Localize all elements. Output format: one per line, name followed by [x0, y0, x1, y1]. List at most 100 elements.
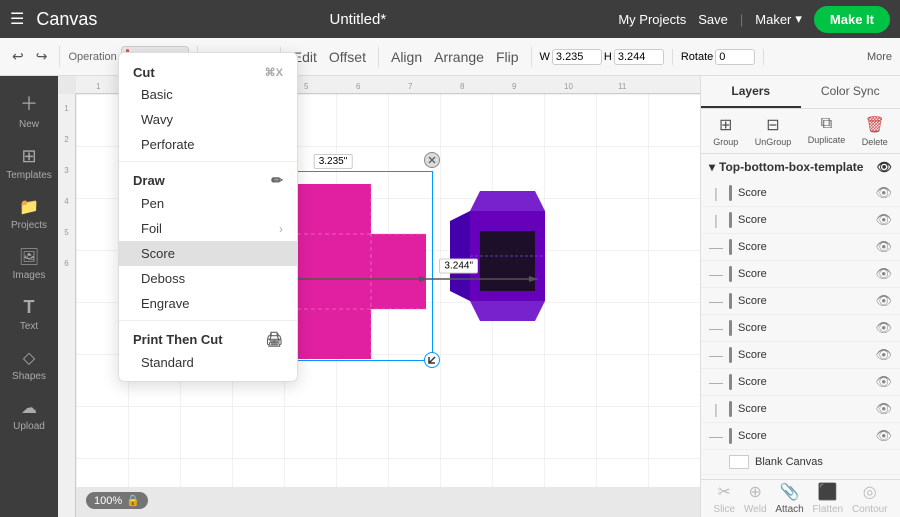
- templates-icon: ⊞: [21, 146, 36, 167]
- flip-button[interactable]: Flip: [492, 47, 523, 67]
- panel-bottom-bar: ✂ Slice ⊕ Weld 📎 Attach ⬛ Flatten ◎ Cont…: [701, 479, 900, 517]
- menu-item-engrave[interactable]: Engrave: [119, 291, 297, 316]
- menu-item-deboss[interactable]: Deboss: [119, 266, 297, 291]
- make-it-button[interactable]: Make It: [814, 6, 890, 33]
- list-item: | Score 👁: [701, 396, 900, 423]
- deboss-label: Deboss: [141, 271, 185, 286]
- sidebar-item-text[interactable]: T Text: [0, 291, 58, 338]
- menu-divider-1: [119, 161, 297, 162]
- ungroup-icon: ⊟: [766, 115, 779, 135]
- handle-top-right[interactable]: [424, 152, 440, 168]
- weld-icon: ⊕: [749, 482, 762, 502]
- chevron-right-icon: ▾: [709, 160, 715, 174]
- menu-item-perforate[interactable]: Perforate: [119, 132, 297, 157]
- maker-dropdown[interactable]: Maker ▾: [755, 11, 802, 27]
- attach-button[interactable]: 📎 Attach: [775, 482, 803, 515]
- delete-button[interactable]: 🗑 Delete: [862, 115, 888, 147]
- attach-label: Attach: [775, 504, 803, 515]
- operation-dropdown-menu: Cut ⌘X Basic Wavy Perforate Draw ✏ Pen F…: [118, 52, 298, 382]
- perforate-label: Perforate: [141, 137, 194, 152]
- eye-icon[interactable]: 👁: [875, 401, 892, 417]
- flatten-label: Flatten: [813, 504, 844, 515]
- ungroup-button[interactable]: ⊟ UnGroup: [755, 115, 792, 147]
- arrange-button[interactable]: Arrange: [430, 47, 488, 67]
- my-projects-button[interactable]: My Projects: [618, 12, 686, 27]
- sidebar-label-images: Images: [13, 270, 46, 281]
- layer-color-bar: [729, 374, 732, 390]
- contour-icon: ◎: [863, 482, 877, 502]
- basic-label: Basic: [141, 87, 173, 102]
- draw-pencil-icon: ✏: [271, 172, 283, 189]
- zoom-icon: 🔒: [126, 494, 140, 507]
- print-then-cut-label: Print Then Cut: [133, 332, 223, 347]
- offset-button[interactable]: Offset: [325, 47, 370, 67]
- doc-title: Untitled*: [109, 11, 606, 28]
- redo-button[interactable]: ↪: [32, 46, 52, 67]
- zoom-indicator: 100% 🔒: [86, 492, 148, 509]
- layer-color-bar: [729, 293, 732, 309]
- eye-icon[interactable]: 👁: [875, 212, 892, 228]
- sidebar-item-upload[interactable]: ☁ Upload: [0, 392, 58, 438]
- eye-icon[interactable]: 👁: [875, 185, 892, 201]
- sidebar-item-templates[interactable]: ⊞ Templates: [0, 140, 58, 187]
- align-button[interactable]: Align: [387, 47, 426, 67]
- images-icon: 🖼: [19, 247, 39, 267]
- group-name: Top-bottom-box-template: [719, 160, 863, 174]
- layer-color-bar: [729, 428, 732, 444]
- main-area: ＋ New ⊞ Templates 📁 Projects 🖼 Images T …: [0, 76, 900, 517]
- rotate-input[interactable]: [715, 49, 755, 65]
- hamburger-icon[interactable]: ☰: [10, 9, 24, 29]
- cut-section-label: Cut ⌘X: [119, 59, 297, 82]
- menu-item-wavy[interactable]: Wavy: [119, 107, 297, 132]
- more-button[interactable]: More: [867, 51, 892, 63]
- size-input-w[interactable]: [552, 49, 602, 65]
- delete-icon: 🗑: [865, 115, 885, 135]
- save-button[interactable]: Save: [698, 12, 728, 27]
- layers-list: | Score 👁 | Score 👁 — Score 👁 — Score: [701, 180, 900, 479]
- projects-icon: 📁: [19, 197, 39, 217]
- group-button[interactable]: ⊞ Group: [713, 115, 738, 147]
- group-icon: ⊞: [719, 115, 732, 135]
- eye-icon[interactable]: 👁: [875, 347, 892, 363]
- slice-button[interactable]: ✂ Slice: [713, 482, 735, 515]
- size-label-w: W: [540, 51, 550, 63]
- weld-button[interactable]: ⊕ Weld: [744, 482, 767, 515]
- menu-item-basic[interactable]: Basic: [119, 82, 297, 107]
- eye-icon[interactable]: 👁: [875, 428, 892, 444]
- menu-item-foil[interactable]: Foil ›: [119, 216, 297, 241]
- layers-group-title[interactable]: ▾ Top-bottom-box-template 👁: [701, 154, 900, 180]
- eye-icon[interactable]: 👁: [875, 320, 892, 336]
- eye-icon[interactable]: 👁: [875, 239, 892, 255]
- list-item: — Score 👁: [701, 261, 900, 288]
- tab-color-sync[interactable]: Color Sync: [801, 76, 900, 108]
- menu-item-standard[interactable]: Standard: [119, 350, 297, 375]
- app-title: Canvas: [36, 9, 97, 30]
- zoom-value: 100%: [94, 495, 122, 507]
- slice-icon: ✂: [718, 482, 731, 502]
- eye-icon[interactable]: 👁: [875, 266, 892, 282]
- duplicate-button[interactable]: ⧉ Duplicate: [808, 115, 846, 147]
- menu-item-score[interactable]: Score: [119, 241, 297, 266]
- handle-bottom-right[interactable]: [424, 352, 440, 368]
- eye-icon-group[interactable]: 👁: [877, 160, 892, 174]
- ungroup-label: UnGroup: [755, 137, 792, 147]
- eye-icon[interactable]: 👁: [875, 293, 892, 309]
- rotate-label: Rotate: [681, 51, 713, 63]
- sidebar-item-new[interactable]: ＋ New: [0, 84, 58, 136]
- undo-redo-group: ↩ ↪: [8, 46, 60, 67]
- eye-icon[interactable]: 👁: [875, 374, 892, 390]
- contour-button[interactable]: ◎ Contour: [852, 482, 888, 515]
- cut-shortcut: ⌘X: [265, 66, 283, 79]
- size-input-h[interactable]: [614, 49, 664, 65]
- sidebar-item-shapes[interactable]: ◇ Shapes: [0, 342, 58, 388]
- delete-label: Delete: [862, 137, 888, 147]
- divider: |: [740, 12, 743, 27]
- sidebar-item-projects[interactable]: 📁 Projects: [0, 191, 58, 237]
- sidebar-label-text: Text: [20, 321, 38, 332]
- flatten-button[interactable]: ⬛ Flatten: [813, 482, 844, 515]
- undo-button[interactable]: ↩: [8, 46, 28, 67]
- sidebar-label-upload: Upload: [13, 421, 45, 432]
- tab-layers[interactable]: Layers: [701, 76, 801, 108]
- menu-item-pen[interactable]: Pen: [119, 191, 297, 216]
- sidebar-item-images[interactable]: 🖼 Images: [0, 241, 58, 287]
